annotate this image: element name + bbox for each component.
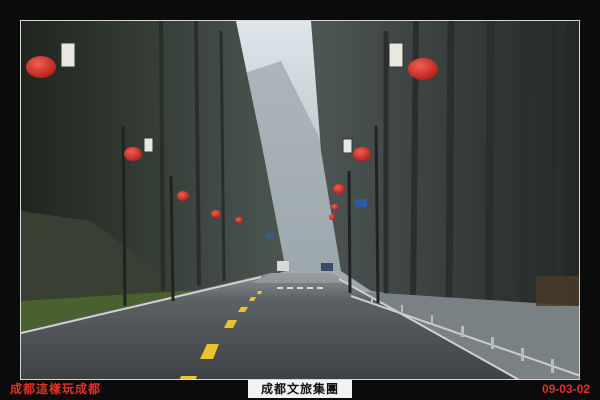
distant-truck [277, 261, 289, 271]
distant-road-sign [266, 233, 273, 238]
caption-date: 09-03-02 [541, 382, 590, 396]
road-sign [355, 199, 367, 207]
photo [20, 20, 580, 380]
caption-center-title: 成都文旅集團 [248, 380, 352, 398]
distant-car [321, 263, 333, 271]
photo-frame: 成都這樣玩成都 成都文旅集團 09-03-02 [0, 0, 600, 400]
road-scene [21, 21, 579, 379]
wooden-fence [536, 276, 579, 306]
caption-left: 成都這樣玩成都 [10, 382, 102, 396]
